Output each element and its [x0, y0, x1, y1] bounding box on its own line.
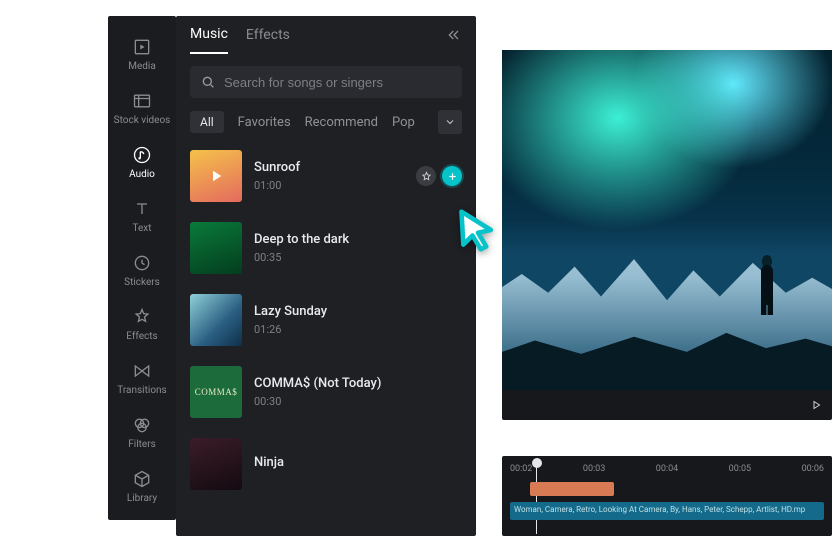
timeline-tick: 00:03 [583, 464, 605, 474]
sidebar-item-transitions[interactable]: Transitions [108, 352, 176, 404]
track-name: Deep to the dark [254, 232, 462, 247]
sidebar-item-label: Filters [128, 440, 156, 450]
filter-pop[interactable]: Pop [392, 115, 415, 130]
track-thumbnail[interactable] [190, 222, 242, 274]
track-duration: 01:26 [254, 323, 462, 336]
search-icon [200, 74, 216, 90]
sidebar-item-label: Media [128, 62, 156, 72]
preview-canvas[interactable] [502, 50, 832, 390]
timeline-clip-video[interactable]: Woman, Camera, Retro, Looking At Camera,… [510, 502, 824, 520]
track-list: Sunroof 01:00 Deep to the dark 00:35 [176, 138, 476, 502]
filter-more-dropdown[interactable] [438, 110, 462, 134]
filters-icon [131, 414, 153, 436]
timeline-clip-audio[interactable] [530, 482, 614, 496]
timeline-tick: 00:02 [510, 464, 532, 474]
sidebar-item-filters[interactable]: Filters [108, 406, 176, 458]
track-thumbnail[interactable] [190, 150, 242, 202]
preview-controls [502, 390, 832, 420]
plus-icon [447, 171, 458, 182]
favorite-button[interactable] [416, 166, 436, 186]
clip-label: Woman, Camera, Retro, Looking At Camera,… [514, 505, 805, 514]
timeline-tick: 00:05 [729, 464, 751, 474]
track-row[interactable]: Deep to the dark 00:35 [190, 216, 462, 280]
sidebar-item-library[interactable]: Library [108, 460, 176, 512]
filter-favorites[interactable]: Favorites [238, 115, 291, 130]
filter-all[interactable]: All [190, 111, 224, 133]
timeline[interactable]: 00:02 00:03 00:04 00:05 00:06 Woman, Cam… [502, 456, 832, 536]
collapse-panel-button[interactable] [446, 27, 462, 53]
track-thumbnail[interactable] [190, 438, 242, 490]
track-name: COMMA$ (Not Today) [254, 376, 462, 391]
sidebar-item-effects[interactable]: Effects [108, 298, 176, 350]
sidebar-item-label: Stickers [124, 278, 160, 288]
sidebar-item-label: Audio [129, 170, 155, 180]
sidebar-item-label: Transitions [117, 386, 166, 396]
track-name: Lazy Sunday [254, 304, 462, 319]
timeline-tracks[interactable]: Woman, Camera, Retro, Looking At Camera,… [510, 478, 824, 530]
library-icon [131, 468, 153, 490]
panel-tabs: Music Effects [176, 16, 476, 54]
track-duration: 00:30 [254, 395, 462, 408]
play-icon [190, 150, 242, 202]
track-row[interactable]: COMMA$ (Not Today) 00:30 [190, 360, 462, 424]
search-input[interactable] [224, 75, 452, 90]
sidebar-item-audio[interactable]: Audio [108, 136, 176, 188]
transitions-icon [131, 360, 153, 382]
chevron-double-left-icon [446, 27, 462, 43]
track-row[interactable]: Sunroof 01:00 [190, 144, 462, 208]
track-thumbnail[interactable] [190, 294, 242, 346]
stock-videos-icon [131, 90, 153, 112]
effects-icon [131, 306, 153, 328]
track-thumbnail[interactable] [190, 366, 242, 418]
media-icon [131, 36, 153, 58]
text-icon [131, 198, 153, 220]
add-track-button[interactable] [442, 166, 462, 186]
sidebar-item-text[interactable]: Text [108, 190, 176, 242]
chevron-down-icon [444, 116, 456, 128]
timeline-tick: 00:04 [656, 464, 678, 474]
sidebar-item-label: Text [132, 224, 151, 234]
tab-music[interactable]: Music [190, 26, 228, 54]
track-row[interactable]: Lazy Sunday 01:26 [190, 288, 462, 352]
tool-sidebar: Media Stock videos Audio Text Stickers E… [108, 16, 176, 520]
play-icon [810, 399, 822, 411]
tab-effects[interactable]: Effects [246, 27, 290, 53]
search-bar[interactable] [190, 66, 462, 98]
playhead[interactable] [536, 462, 537, 534]
filter-recommend[interactable]: Recommend [305, 115, 378, 130]
filter-row: All Favorites Recommend Pop [176, 98, 476, 138]
sidebar-item-stock-videos[interactable]: Stock videos [108, 82, 176, 134]
sidebar-item-media[interactable]: Media [108, 28, 176, 80]
sidebar-item-stickers[interactable]: Stickers [108, 244, 176, 296]
audio-panel: Music Effects All Favorites Recommend Po… [176, 16, 476, 536]
track-duration: 00:35 [254, 251, 462, 264]
star-icon [421, 171, 432, 182]
sidebar-item-label: Stock videos [114, 116, 171, 126]
audio-icon [131, 144, 153, 166]
sidebar-item-label: Effects [126, 332, 157, 342]
track-row[interactable]: Ninja [190, 432, 462, 496]
track-name: Ninja [254, 455, 462, 470]
sidebar-item-label: Library [127, 494, 157, 504]
timeline-ruler: 00:02 00:03 00:04 00:05 00:06 [510, 462, 824, 478]
stickers-icon [131, 252, 153, 274]
preview-play-button[interactable] [810, 396, 822, 415]
timeline-tick: 00:06 [802, 464, 824, 474]
track-duration: 01:00 [254, 179, 404, 192]
track-name: Sunroof [254, 160, 404, 175]
preview-pane [502, 50, 832, 420]
